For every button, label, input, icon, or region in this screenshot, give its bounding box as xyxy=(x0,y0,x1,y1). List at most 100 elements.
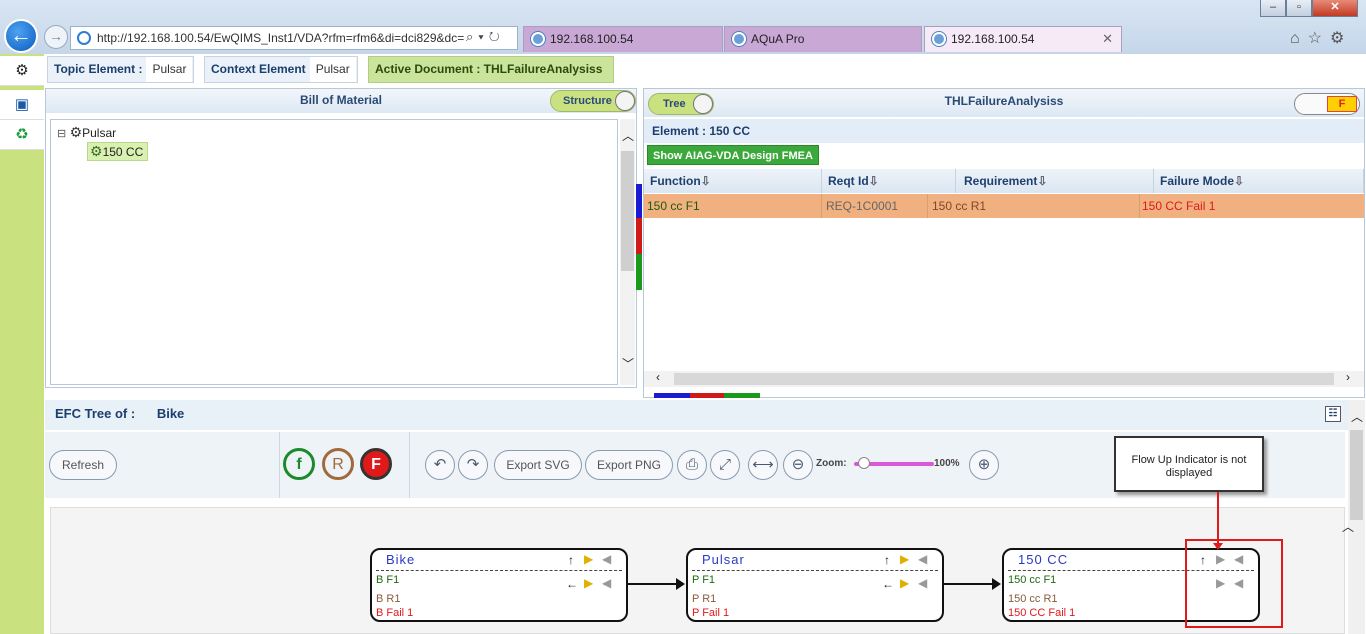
toggle-knob xyxy=(615,91,635,111)
ie-page-icon xyxy=(77,31,91,45)
sort-down-icon: ⇩ xyxy=(1234,174,1245,188)
fmea-title: THLFailureAnalysiss xyxy=(644,89,1364,117)
play-right-icon[interactable]: ▶ xyxy=(584,552,593,566)
refresh-button[interactable]: Refresh xyxy=(49,450,117,480)
function-filter-button[interactable]: f xyxy=(283,448,315,480)
redo-button[interactable]: ↷ xyxy=(458,450,488,480)
play-left-icon[interactable]: ◀ xyxy=(602,576,611,590)
back-button[interactable]: ← xyxy=(4,19,38,53)
settings-gear-icon[interactable]: ⚙ xyxy=(1330,30,1352,47)
fit-button[interactable]: ⤢ xyxy=(710,450,740,480)
node-function: 150 cc F1 xyxy=(1008,574,1057,586)
chevron-left-icon[interactable]: ‹ xyxy=(656,370,660,384)
table-row[interactable]: 150 cc F1 REQ-1C0001 150 cc R1 150 CC Fa… xyxy=(644,194,1364,218)
chevron-up-icon[interactable]: ︿ xyxy=(1351,408,1363,425)
node-requirement: P R1 xyxy=(692,593,717,605)
browser-tab-2[interactable]: AQuA Pro xyxy=(724,26,922,52)
chevron-down-icon[interactable]: ﹀ xyxy=(622,355,634,372)
page-scrollbar[interactable]: ︿ ︿ xyxy=(1342,400,1365,634)
tree-toggle[interactable]: Tree xyxy=(648,93,714,115)
export-png-button[interactable]: Export PNG xyxy=(585,450,673,480)
requirement-filter-button[interactable]: R xyxy=(322,448,354,480)
efc-node-bike[interactable]: Bike ↑ ▶ ◀ B F1 B R1 B Fail 1 ← ▶ ◀ xyxy=(370,548,628,622)
print-button[interactable]: ⎙ xyxy=(677,450,707,480)
search-icon[interactable]: ⌕ xyxy=(466,29,478,44)
tab-label: AQuA Pro xyxy=(751,32,805,46)
column-reqt-id[interactable]: Reqt Id⇩ xyxy=(822,169,956,193)
structure-toggle[interactable]: Structure xyxy=(550,90,636,112)
column-requirement[interactable]: Requirement⇩ xyxy=(956,169,1154,193)
tree-node-pulsar[interactable]: ⊟ ⚙Pulsar xyxy=(57,124,116,141)
play-right-icon[interactable]: ▶ xyxy=(584,576,593,590)
play-left-icon[interactable]: ◀ xyxy=(602,552,611,566)
annotation-callout: Flow Up Indicator is not displayed xyxy=(1114,436,1264,492)
arrow-left-icon: ← xyxy=(10,22,32,47)
sort-down-icon: ⇩ xyxy=(1037,174,1048,188)
refresh-icon[interactable]: ↻ xyxy=(489,29,505,44)
undo-button[interactable]: ↶ xyxy=(425,450,455,480)
node-title: Pulsar xyxy=(702,552,745,567)
horizontal-arrows-icon: ⟷ xyxy=(752,456,774,473)
close-tab-icon[interactable]: ✕ xyxy=(1102,27,1113,51)
zoom-out-button[interactable]: ⊖ xyxy=(783,450,813,480)
address-bar[interactable]: http://192.168.100.54/EwQIMS_Inst1/VDA?r… xyxy=(70,26,518,50)
play-left-icon[interactable]: ◀ xyxy=(918,552,927,566)
sort-down-icon: ⇩ xyxy=(868,174,879,188)
grid-menu-icon[interactable]: ☷ xyxy=(1325,406,1341,422)
tree-node-150cc[interactable]: ⚙150 CC xyxy=(87,142,149,161)
dropdown-icon[interactable]: ▾ xyxy=(478,29,488,44)
f-toggle[interactable]: F xyxy=(1294,93,1360,115)
show-design-fmea-button[interactable]: Show AIAG-VDA Design FMEA xyxy=(647,145,819,165)
column-failure-mode[interactable]: Failure Mode⇩ xyxy=(1154,169,1364,193)
fmea-panel: THLFailureAnalysiss Tree F Element : 150… xyxy=(643,88,1365,398)
scroll-thumb[interactable] xyxy=(1350,430,1363,520)
context-element-label: Context Element xyxy=(211,62,306,76)
topic-element-value: Pulsar xyxy=(146,57,193,82)
fit-width-button[interactable]: ⟷ xyxy=(748,450,778,480)
zoom-in-button[interactable]: ⊕ xyxy=(969,450,999,480)
play-right-icon[interactable]: ▶ xyxy=(900,552,909,566)
export-svg-button[interactable]: Export SVG xyxy=(494,450,582,480)
efc-node-pulsar[interactable]: Pulsar ↑ ▶ ◀ P F1 P R1 P Fail 1 ← ▶ ◀ xyxy=(686,548,944,622)
play-left-icon[interactable]: ◀ xyxy=(918,576,927,590)
scroll-thumb[interactable] xyxy=(621,151,634,271)
rail-recycle-button[interactable]: ♻ xyxy=(0,120,44,150)
expand-diagonal-icon: ⤢ xyxy=(718,456,731,473)
zoom-slider-handle[interactable] xyxy=(858,457,870,469)
browser-tab-3[interactable]: 192.168.100.54 ✕ xyxy=(924,26,1122,52)
topic-element-label: Topic Element : xyxy=(54,62,143,76)
cell-failure-mode: 150 CC Fail 1 xyxy=(1142,199,1216,213)
failure-filter-button[interactable]: F xyxy=(360,448,392,480)
chevron-right-icon[interactable]: › xyxy=(1346,370,1350,384)
left-arrow-icon: ← xyxy=(566,577,578,591)
left-rail: ⚙ ▣ ♻ xyxy=(0,54,44,634)
up-arrow-icon: ↑ xyxy=(568,553,574,567)
rail-settings-button[interactable]: ⚙ xyxy=(0,56,44,86)
forward-button[interactable]: → xyxy=(44,25,68,49)
color-indicator-bar xyxy=(654,387,760,398)
minimize-button[interactable]: – xyxy=(1260,0,1286,17)
play-right-icon[interactable]: ▶ xyxy=(900,576,909,590)
scroll-thumb[interactable] xyxy=(674,373,1334,385)
browser-tab-1[interactable]: 192.168.100.54 xyxy=(523,26,723,52)
monitor-icon: ▣ xyxy=(14,96,30,113)
collapse-icon[interactable]: ⊟ xyxy=(57,128,66,140)
fmea-hscrollbar[interactable]: ‹ › xyxy=(644,370,1364,387)
context-element: Context Element Pulsar xyxy=(204,56,358,83)
rail-monitor-button[interactable]: ▣ xyxy=(0,90,44,120)
printer-icon: ⎙ xyxy=(685,456,698,473)
redo-icon: ↷ xyxy=(466,456,480,473)
chevron-up-icon[interactable]: ︿ xyxy=(1342,518,1354,535)
home-icon[interactable]: ⌂ xyxy=(1290,30,1308,47)
up-arrow-icon: ↑ xyxy=(884,553,890,567)
cell-reqt-id: REQ-1C0001 xyxy=(822,194,928,218)
zoom-slider[interactable] xyxy=(854,457,934,469)
connector-arrow xyxy=(944,578,1001,590)
bom-scrollbar[interactable]: ︿ ﹀ xyxy=(620,119,635,385)
chevron-up-icon[interactable]: ︿ xyxy=(622,127,634,144)
color-indicator-bar xyxy=(636,184,642,290)
favorites-star-icon[interactable]: ☆ xyxy=(1308,30,1330,47)
maximize-button[interactable]: ▫ xyxy=(1286,0,1312,17)
close-window-button[interactable]: ✕ xyxy=(1312,0,1358,17)
column-function[interactable]: Function⇩ xyxy=(644,169,822,193)
